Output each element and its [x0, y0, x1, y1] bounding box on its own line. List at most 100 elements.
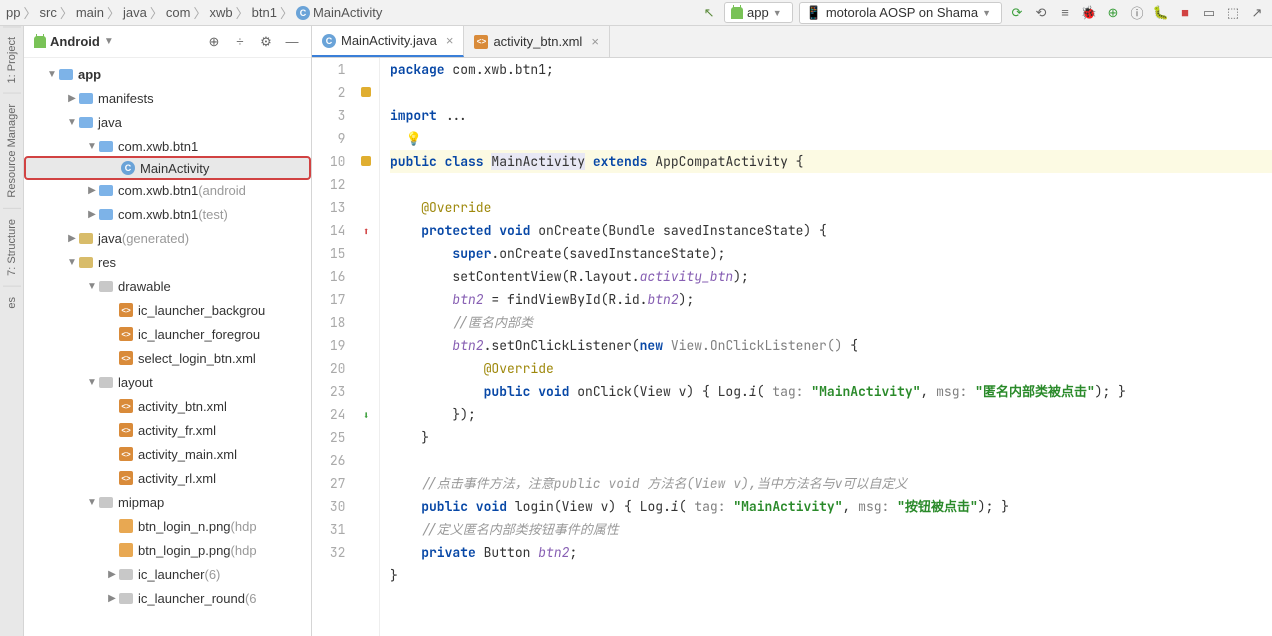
- code-line[interactable]: 💡: [390, 127, 1272, 150]
- tree-item[interactable]: <>activity_main.xml: [24, 442, 311, 466]
- code-line[interactable]: public void login(View v) { Log.i( tag: …: [390, 495, 1272, 518]
- debug-icon[interactable]: 🐞: [1080, 4, 1098, 22]
- code-editor[interactable]: 1239101213141516171819202324252627303132…: [312, 58, 1272, 636]
- line-number[interactable]: 25: [312, 426, 345, 449]
- line-number[interactable]: 23: [312, 380, 345, 403]
- code-line[interactable]: setContentView(R.layout.activity_btn);: [390, 265, 1272, 288]
- expand-arrow-icon[interactable]: ▼: [46, 69, 58, 80]
- breadcrumb-item[interactable]: java: [123, 5, 147, 20]
- breadcrumb-item[interactable]: pp: [6, 5, 20, 20]
- breadcrumb-item[interactable]: xwb: [210, 5, 233, 20]
- line-number[interactable]: 18: [312, 311, 345, 334]
- expand-arrow-icon[interactable]: ▶: [106, 593, 118, 604]
- code-line[interactable]: }: [390, 426, 1272, 449]
- tree-item[interactable]: <>activity_rl.xml: [24, 466, 311, 490]
- expand-arrow-icon[interactable]: ▶: [66, 93, 78, 104]
- line-number[interactable]: 3: [312, 104, 345, 127]
- tree-item[interactable]: ▶com.xwb.btn1 (test): [24, 202, 311, 226]
- tree-item[interactable]: ▼mipmap: [24, 490, 311, 514]
- breadcrumb-item[interactable]: btn1: [252, 5, 277, 20]
- expand-arrow-icon[interactable]: ▼: [66, 117, 78, 128]
- line-number[interactable]: 26: [312, 449, 345, 472]
- code-line[interactable]: public class MainActivity extends AppCom…: [390, 150, 1272, 173]
- expand-arrow-icon[interactable]: ▶: [66, 233, 78, 244]
- code-content[interactable]: package com.xwb.btn1; import ... 💡public…: [380, 58, 1272, 636]
- expand-arrow-icon[interactable]: ▼: [86, 377, 98, 388]
- gear-icon[interactable]: ⚙: [257, 33, 275, 51]
- line-number[interactable]: 12: [312, 173, 345, 196]
- code-line[interactable]: });: [390, 403, 1272, 426]
- code-line[interactable]: [390, 173, 1272, 196]
- line-number[interactable]: 30: [312, 495, 345, 518]
- tree-item[interactable]: <>select_login_btn.xml: [24, 346, 311, 370]
- tree-item[interactable]: <>activity_btn.xml: [24, 394, 311, 418]
- tree-item[interactable]: <>ic_launcher_foregrou: [24, 322, 311, 346]
- tree-item[interactable]: btn_login_n.png (hdp: [24, 514, 311, 538]
- code-line[interactable]: btn2.setOnClickListener(new View.OnClick…: [390, 334, 1272, 357]
- tree-item[interactable]: ▶manifests: [24, 86, 311, 110]
- device-combo[interactable]: 📱motorola AOSP on Shama ▼: [799, 2, 1002, 24]
- activity-restart-icon[interactable]: ≡: [1056, 4, 1074, 22]
- tree-item[interactable]: ▼java: [24, 110, 311, 134]
- tree-item[interactable]: ▼res: [24, 250, 311, 274]
- tree-item[interactable]: ▶ic_launcher (6): [24, 562, 311, 586]
- project-tree[interactable]: ▼app▶manifests▼java▼com.xwb.btn1CMainAct…: [24, 58, 311, 636]
- avd-icon[interactable]: ▭: [1200, 4, 1218, 22]
- tool-window-tab[interactable]: es: [3, 286, 21, 319]
- code-line[interactable]: import ...: [390, 104, 1272, 127]
- expand-arrow-icon[interactable]: ▶: [86, 209, 98, 220]
- tree-item[interactable]: ▼drawable: [24, 274, 311, 298]
- override-up-icon[interactable]: ⬆: [363, 225, 370, 239]
- code-line[interactable]: @Override: [390, 196, 1272, 219]
- code-line[interactable]: //定义匿名内部类按钮事件的属性: [390, 518, 1272, 541]
- minimize-icon[interactable]: —: [283, 33, 301, 51]
- breadcrumb-item[interactable]: com: [166, 5, 191, 20]
- code-line[interactable]: //匿名内部类: [390, 311, 1272, 334]
- line-number[interactable]: 14: [312, 219, 345, 242]
- line-number[interactable]: 24: [312, 403, 345, 426]
- close-tab-icon[interactable]: ×: [446, 33, 454, 48]
- code-line[interactable]: protected void onCreate(Bundle savedInst…: [390, 219, 1272, 242]
- code-line[interactable]: [390, 81, 1272, 104]
- tool-window-tab[interactable]: 1: Project: [3, 26, 21, 93]
- override-down-icon[interactable]: ⬇: [363, 409, 370, 423]
- code-line[interactable]: @Override: [390, 357, 1272, 380]
- close-tab-icon[interactable]: ×: [591, 34, 599, 49]
- profiler-icon[interactable]: ⓘ: [1128, 4, 1146, 22]
- line-number[interactable]: 31: [312, 518, 345, 541]
- code-line[interactable]: super.onCreate(savedInstanceState);: [390, 242, 1272, 265]
- breadcrumb-item[interactable]: src: [39, 5, 56, 20]
- tree-item[interactable]: ▶ic_launcher_round (6: [24, 586, 311, 610]
- breadcrumb-item[interactable]: main: [76, 5, 104, 20]
- expand-arrow-icon[interactable]: ▼: [86, 497, 98, 508]
- code-line[interactable]: btn2 = findViewById(R.id.btn2);: [390, 288, 1272, 311]
- tree-item[interactable]: CMainActivity: [24, 156, 311, 180]
- sdk-icon[interactable]: ⬚: [1224, 4, 1242, 22]
- expand-arrow-icon[interactable]: ▼: [86, 281, 98, 292]
- apply-changes-icon[interactable]: ⟲: [1032, 4, 1050, 22]
- tree-item[interactable]: ▼com.xwb.btn1: [24, 134, 311, 158]
- tree-item[interactable]: ▼app: [24, 62, 311, 86]
- run-icon[interactable]: ⟳: [1008, 4, 1026, 22]
- line-number[interactable]: 10: [312, 150, 345, 173]
- coverage-icon[interactable]: ⊕: [1104, 4, 1122, 22]
- expand-arrow-icon[interactable]: ▼: [66, 257, 78, 268]
- line-number[interactable]: 32: [312, 541, 345, 564]
- line-number[interactable]: 19: [312, 334, 345, 357]
- target-icon[interactable]: ⊕: [205, 33, 223, 51]
- tree-item[interactable]: <>activity_fr.xml: [24, 418, 311, 442]
- hammer-icon[interactable]: ↖: [700, 4, 718, 22]
- panel-selector[interactable]: Android ▼: [34, 34, 114, 49]
- tool-window-tab[interactable]: 7: Structure: [3, 208, 21, 286]
- line-number[interactable]: 16: [312, 265, 345, 288]
- line-number[interactable]: 9: [312, 127, 345, 150]
- tree-item[interactable]: btn_login_p.png (hdp: [24, 538, 311, 562]
- split-icon[interactable]: ÷: [231, 33, 249, 51]
- gutter-override-marker[interactable]: [361, 156, 371, 166]
- line-number[interactable]: 13: [312, 196, 345, 219]
- expand-arrow-icon[interactable]: ▼: [86, 141, 98, 152]
- expand-arrow-icon[interactable]: ▶: [106, 569, 118, 580]
- code-line[interactable]: public void onClick(View v) { Log.i( tag…: [390, 380, 1272, 403]
- attach-icon[interactable]: 🐛: [1152, 4, 1170, 22]
- code-line[interactable]: package com.xwb.btn1;: [390, 58, 1272, 81]
